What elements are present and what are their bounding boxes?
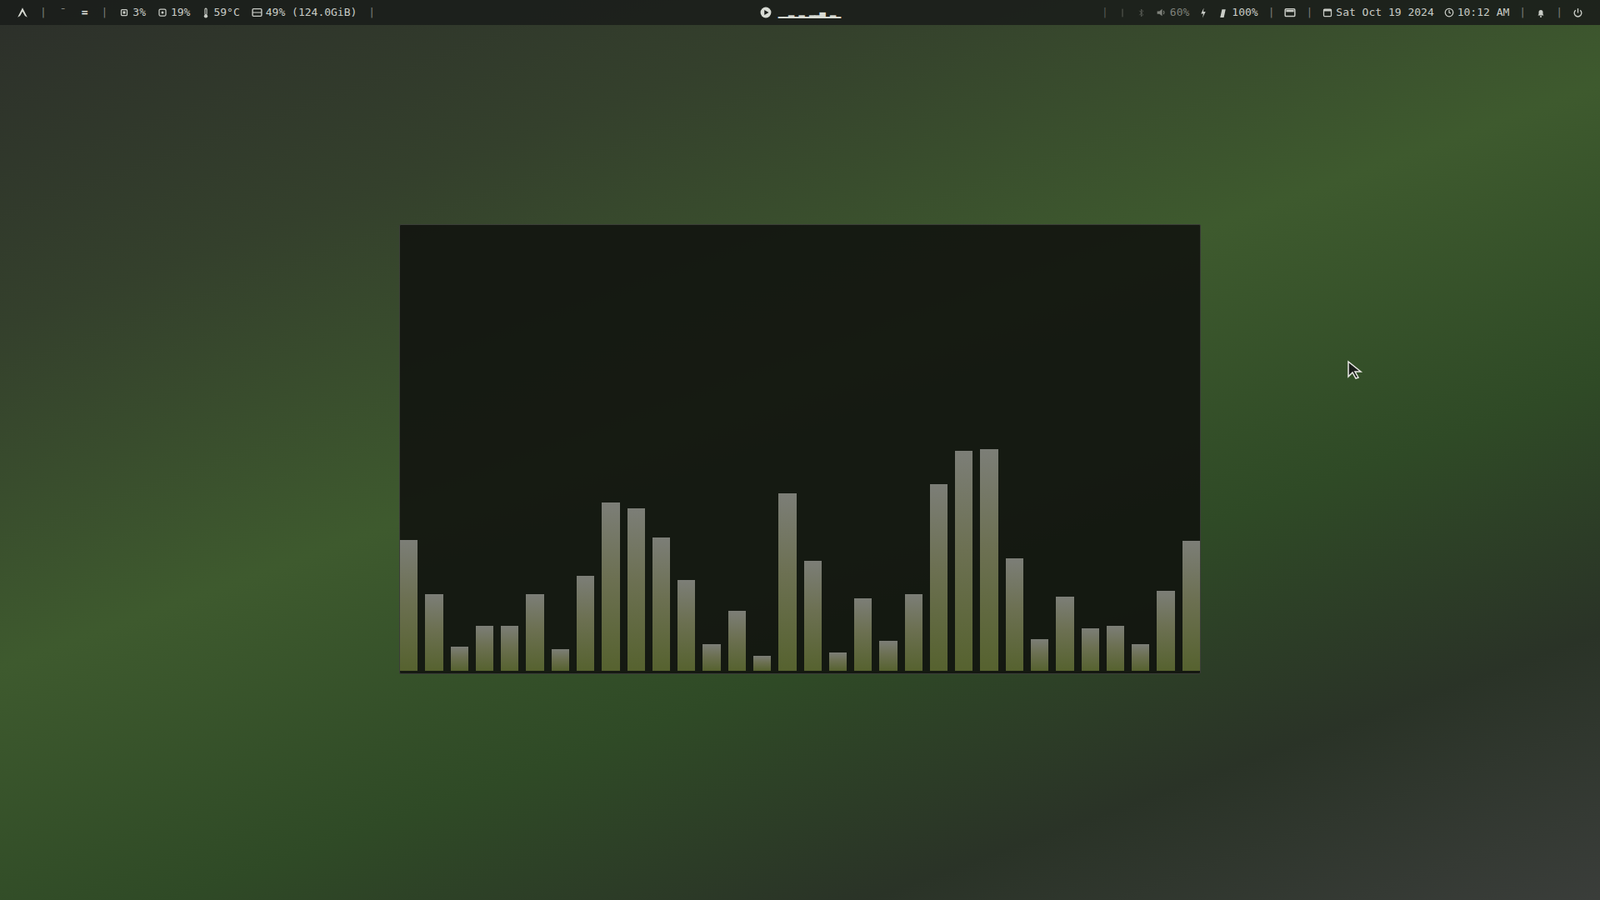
date: Sat Oct 19 2024 bbox=[1335, 4, 1434, 21]
visualizer-bar bbox=[829, 652, 847, 671]
top-bar: | ¯= | 3% 19% 59°C 49% (124.0GiB) | bbox=[0, 0, 1600, 25]
workspaces: ¯= bbox=[58, 4, 90, 21]
visualizer-bar bbox=[980, 449, 998, 671]
visualizer-bar bbox=[879, 640, 897, 671]
battery-icon bbox=[1217, 7, 1229, 19]
memory-module[interactable]: 19% bbox=[157, 4, 190, 21]
workspace-button[interactable]: ¯ bbox=[58, 4, 69, 21]
visualizer-bar bbox=[601, 502, 620, 671]
visualizer-bar bbox=[627, 508, 645, 671]
separator: | bbox=[1519, 4, 1526, 21]
visualizer-bar bbox=[1182, 540, 1200, 671]
visualizer-bar bbox=[955, 450, 973, 671]
visualizer-window[interactable] bbox=[399, 224, 1201, 675]
brightness-icon[interactable] bbox=[1118, 7, 1127, 19]
visualizer-bar bbox=[905, 594, 923, 671]
date-module[interactable]: Sat Oct 19 2024 bbox=[1322, 4, 1434, 21]
desktop: | ¯= | 3% 19% 59°C 49% (124.0GiB) | bbox=[0, 0, 1600, 900]
bell-icon[interactable] bbox=[1535, 7, 1546, 19]
visualizer-bar bbox=[1156, 590, 1175, 671]
memory-usage: 19% bbox=[170, 4, 190, 21]
visualizer-bar bbox=[1030, 639, 1049, 671]
separator: | bbox=[1555, 4, 1563, 21]
visualizer-bar bbox=[854, 598, 872, 671]
cpu-module[interactable]: 3% bbox=[119, 4, 146, 21]
separator: | bbox=[100, 4, 108, 21]
clock-icon bbox=[1444, 7, 1455, 18]
visualizer-bar bbox=[400, 540, 418, 671]
disk-usage: 49% (124.0GiB) bbox=[265, 4, 358, 21]
separator: | bbox=[1305, 4, 1313, 21]
visualizer-bar bbox=[425, 594, 443, 671]
memory-icon bbox=[157, 7, 168, 18]
separator: | bbox=[40, 4, 47, 21]
visualizer-bar bbox=[551, 649, 570, 671]
visualizer-bar bbox=[753, 655, 771, 671]
battery-module[interactable]: 100% bbox=[1217, 4, 1258, 21]
bar-right: | 60% 100% | | Sat Oct 19 2024 10:12 AM bbox=[840, 4, 1584, 21]
visualizer-bar bbox=[677, 580, 695, 671]
disk-module[interactable]: 49% (124.0GiB) bbox=[251, 4, 358, 21]
cursor-icon bbox=[1346, 360, 1364, 380]
arch-logo-icon[interactable] bbox=[16, 6, 29, 19]
clock-module[interactable]: 10:12 AM bbox=[1444, 4, 1510, 21]
calendar-icon bbox=[1322, 7, 1333, 18]
visualizer-bar bbox=[804, 560, 822, 671]
mini-visualizer: ▁▁▂▁▂▁▂▂▄▁▂▁ bbox=[778, 5, 841, 20]
speaker-icon bbox=[1155, 7, 1167, 18]
visualizer-bar bbox=[576, 575, 595, 671]
visualizer-bar bbox=[475, 625, 494, 671]
workspace-button[interactable]: = bbox=[80, 4, 90, 21]
cpu-icon bbox=[119, 7, 130, 18]
visualizer-bar bbox=[1055, 596, 1074, 671]
battery-level: 100% bbox=[1231, 4, 1258, 21]
screen-icon[interactable] bbox=[1284, 7, 1296, 19]
charging-icon bbox=[1199, 7, 1208, 19]
bar-center: ▁▁▂▁▂▁▂▂▄▁▂▁ bbox=[760, 5, 841, 20]
separator: | bbox=[1101, 4, 1109, 21]
temperature: 59°C bbox=[213, 4, 240, 21]
thermometer-icon bbox=[201, 7, 210, 19]
visualizer-bar bbox=[930, 484, 948, 671]
visualizer-bar bbox=[728, 610, 746, 671]
time: 10:12 AM bbox=[1457, 4, 1510, 21]
visualizer-bar bbox=[450, 646, 469, 671]
visualizer-bar bbox=[525, 594, 544, 671]
visualizer-bar bbox=[778, 493, 796, 671]
visualizer-bar bbox=[500, 625, 519, 671]
bluetooth-icon[interactable] bbox=[1136, 7, 1146, 19]
cpu-usage: 3% bbox=[132, 4, 146, 21]
bar-left: | ¯= | 3% 19% 59°C 49% (124.0GiB) | bbox=[16, 4, 760, 21]
visualizer-bar bbox=[1131, 644, 1150, 671]
power-icon[interactable] bbox=[1572, 7, 1584, 19]
visualizer-bars bbox=[400, 225, 1200, 674]
disk-icon bbox=[251, 7, 263, 18]
volume-level: 60% bbox=[1170, 4, 1190, 21]
visualizer-bar bbox=[1005, 558, 1024, 671]
play-icon[interactable] bbox=[760, 6, 772, 19]
visualizer-bar bbox=[1106, 625, 1125, 671]
separator: | bbox=[1268, 4, 1275, 21]
visualizer-bar bbox=[652, 537, 670, 671]
temperature-module[interactable]: 59°C bbox=[201, 4, 240, 21]
visualizer-bar bbox=[1081, 628, 1100, 671]
visualizer-bar bbox=[702, 644, 720, 671]
volume-module[interactable]: 60% bbox=[1155, 4, 1190, 21]
separator: | bbox=[368, 4, 375, 21]
